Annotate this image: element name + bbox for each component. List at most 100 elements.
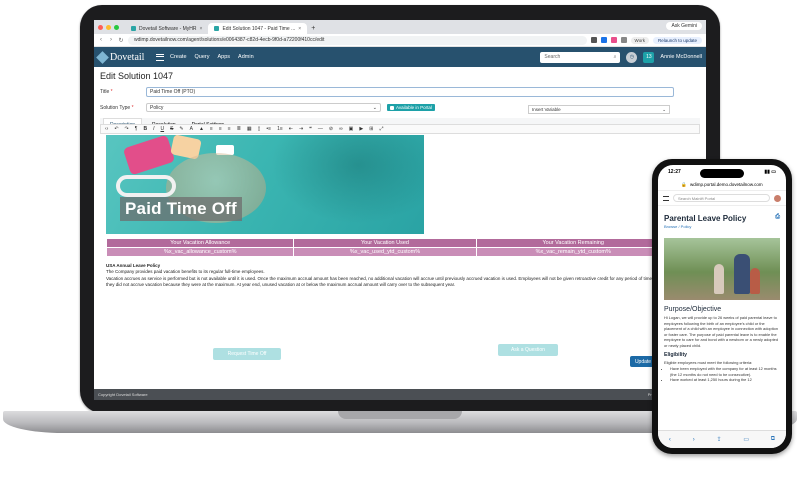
back-icon[interactable]: ‹: [669, 437, 671, 443]
table-icon[interactable]: ▦: [247, 126, 252, 132]
close-tab-icon[interactable]: ×: [200, 26, 203, 32]
color-icon[interactable]: A: [190, 126, 193, 132]
ask-a-question-button[interactable]: Ask a Question: [498, 344, 558, 356]
browser-toolbar: ‹ › ↻ wdimp.dovetailnow.com/agent/soluti…: [94, 34, 706, 47]
outdent-icon[interactable]: ⇤: [289, 126, 293, 132]
back-icon[interactable]: ‹: [98, 37, 104, 43]
delete-icon[interactable]: ▯: [258, 126, 261, 132]
profile-work-chip[interactable]: Work: [630, 36, 649, 44]
menu-query[interactable]: Query: [195, 54, 210, 60]
safari-bottom-bar: ‹ › ⇪ ▭ ⧉: [658, 430, 786, 448]
indent-icon[interactable]: ⇥: [299, 126, 303, 132]
phone-address-bar[interactable]: 🔒 wdimp.portal.demo.dovetailnow.com: [658, 179, 786, 191]
browser-tab-myhr[interactable]: Dovetail Software - MyHR ×: [125, 23, 208, 34]
chevron-down-icon: ⌄: [372, 104, 377, 111]
quote-icon[interactable]: ❝: [309, 126, 312, 132]
menu-create[interactable]: Create: [170, 54, 187, 60]
tab-label: Dovetail Software - MyHR: [139, 25, 197, 32]
vacation-balance-table: Your Vacation Allowance Your Vacation Us…: [105, 238, 672, 257]
embed-icon[interactable]: ⊞: [369, 126, 373, 132]
title-row: Title * Paid Time Off (PTO): [100, 87, 700, 97]
chevron-down-icon: ⌄: [662, 106, 666, 112]
portal-search-input[interactable]: Search Mainlft Portal: [673, 194, 770, 202]
title-input[interactable]: Paid Time Off (PTO): [146, 87, 674, 97]
extension-icon[interactable]: [600, 37, 607, 43]
shadow-decoration: [256, 135, 424, 234]
close-tab-icon[interactable]: ×: [298, 26, 301, 32]
paid-time-off-hero-image: Paid Time Off: [106, 135, 424, 234]
clear-icon[interactable]: ⊘: [329, 126, 333, 132]
highlight-icon[interactable]: ▲: [199, 126, 204, 132]
share-icon[interactable]: ⇪: [716, 436, 721, 443]
url-text: wdimp.dovetailnow.com/agent/solutions/e0…: [134, 37, 325, 43]
request-time-off-button[interactable]: Request Time Off: [213, 348, 281, 360]
relaunch-button[interactable]: Relaunch to update: [652, 36, 702, 44]
link-icon[interactable]: ∞: [339, 126, 343, 132]
dynamic-island: [700, 169, 744, 178]
portal-header: Search Mainlft Portal: [658, 191, 786, 206]
forward-icon[interactable]: ›: [108, 37, 114, 43]
notification-count-badge[interactable]: 13: [643, 51, 655, 63]
app-search-input[interactable]: Search ⌕: [540, 51, 621, 63]
menu-apps[interactable]: Apps: [218, 54, 231, 60]
insert-variable-select[interactable]: Insert Variable ⌄: [528, 105, 670, 114]
page-title: Edit Solution 1047: [100, 71, 174, 81]
align-left-icon[interactable]: ≡: [210, 126, 213, 132]
undo-icon[interactable]: ↶: [114, 126, 118, 132]
breadcrumb[interactable]: Browse / Policy: [658, 223, 786, 230]
tabs-icon[interactable]: ⧉: [771, 436, 775, 443]
extension-icon[interactable]: [610, 37, 617, 43]
hamburger-menu-icon[interactable]: [663, 195, 669, 201]
reload-icon[interactable]: ↻: [118, 37, 124, 44]
minimize-window-dot[interactable]: [106, 24, 111, 30]
solution-type-select[interactable]: Policy ⌄: [146, 103, 381, 112]
align-right-icon[interactable]: ≡: [228, 126, 231, 132]
browser-tab-edit-solution[interactable]: Edit Solution 1047 - Paid Time ... ×: [208, 23, 308, 34]
extension-icon[interactable]: [590, 37, 597, 43]
window-controls: [98, 20, 119, 34]
new-tab-button[interactable]: +: [307, 23, 319, 34]
dovetail-logo[interactable]: Dovetail: [96, 50, 150, 64]
align-center-icon[interactable]: ≡: [219, 126, 222, 132]
bookmarks-icon[interactable]: ▭: [743, 436, 749, 443]
article-title: Parental Leave Policy: [664, 214, 747, 223]
justify-icon[interactable]: ≣: [237, 126, 241, 132]
fullscreen-icon[interactable]: ⤢: [379, 126, 383, 132]
redo-icon[interactable]: ↷: [125, 126, 129, 132]
available-in-portal-checkbox[interactable]: Available in Portal: [387, 104, 435, 111]
search-icon[interactable]: ⌕: [614, 54, 617, 60]
history-icon[interactable]: ◷: [626, 51, 638, 63]
print-icon[interactable]: ⎙: [775, 214, 780, 223]
address-bar[interactable]: wdimp.dovetailnow.com/agent/solutions/e0…: [128, 35, 587, 45]
table-cell: %x_vac_allowance_custom%: [105, 247, 295, 257]
bullet-list-icon[interactable]: •≡: [266, 126, 271, 132]
clear-format-icon[interactable]: ✎: [179, 126, 183, 132]
strikethrough-icon[interactable]: S: [170, 126, 173, 132]
list-item: Have been employed with the company for …: [670, 366, 780, 377]
close-window-dot[interactable]: [98, 24, 103, 30]
italic-icon[interactable]: I: [153, 126, 154, 132]
underline-icon[interactable]: U: [160, 126, 164, 132]
maximize-window-dot[interactable]: [114, 24, 119, 30]
section-text: Hi Logan, we will provide up to 26 weeks…: [664, 315, 778, 348]
forward-icon[interactable]: ›: [693, 437, 695, 443]
extension-icon[interactable]: [620, 37, 627, 43]
ask-gemini-button[interactable]: Ask Gemini: [666, 22, 702, 30]
menu-admin[interactable]: Admin: [238, 54, 254, 60]
video-icon[interactable]: ▶: [359, 126, 363, 132]
line-icon[interactable]: —: [318, 126, 323, 132]
image-icon[interactable]: ▣: [349, 126, 354, 132]
select-value: Insert Variable: [532, 107, 561, 112]
phone-screen: 12:27 ▮▮ ▭ 🔒 wdimp.portal.demo.dovetailn…: [658, 165, 786, 448]
bold-icon[interactable]: B: [143, 126, 147, 132]
person-figure: [714, 264, 724, 294]
numbered-list-icon[interactable]: 1≡: [277, 126, 283, 132]
code-view-icon[interactable]: ‹›: [105, 126, 108, 132]
logo-icon: [96, 50, 109, 64]
user-menu[interactable]: Annie McDonnell: [660, 54, 702, 60]
tab-label: Edit Solution 1047 - Paid Time ...: [222, 25, 296, 32]
avatar[interactable]: [774, 194, 781, 202]
lock-icon: 🔒: [681, 181, 688, 187]
format-icon[interactable]: ¶: [135, 126, 138, 132]
hamburger-menu-icon[interactable]: [156, 53, 164, 61]
